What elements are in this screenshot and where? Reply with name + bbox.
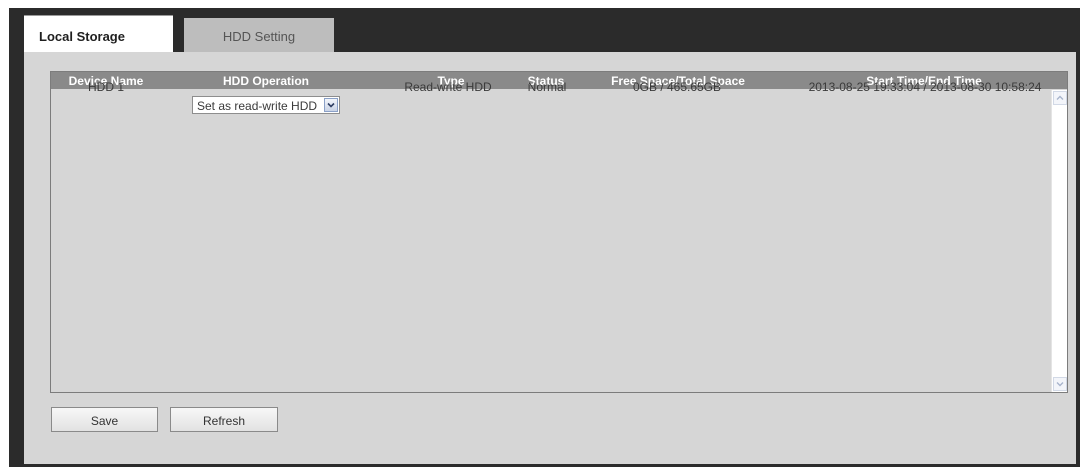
cell-device-name: HDD 1 — [87, 80, 124, 94]
column-header-hdd-operation: HDD Operation — [222, 74, 309, 88]
table-scrollbar[interactable] — [1051, 90, 1067, 392]
refresh-button[interactable]: Refresh — [170, 407, 278, 432]
tab-hdd-setting[interactable]: HDD Setting — [184, 18, 334, 52]
hdd-operation-select[interactable]: Set as read-write HDD — [192, 96, 340, 114]
chevron-up-icon[interactable] — [1053, 91, 1067, 105]
save-button[interactable]: Save — [51, 407, 158, 432]
cell-time: 2013-08-25 19:33:04 / 2013-08-30 10:58:2… — [808, 80, 1042, 94]
cell-status: Normal — [527, 80, 567, 94]
window: Local Storage HDD Setting Device Name HD… — [9, 8, 1080, 467]
hdd-operation-value: Set as read-write HDD — [197, 99, 318, 113]
cell-space: 0GB / 465.65GB — [632, 80, 722, 94]
chevron-down-icon[interactable] — [1053, 377, 1067, 391]
tab-local-storage[interactable]: Local Storage — [24, 15, 173, 52]
local-storage-panel: Device Name HDD Operation Type Status Fr… — [24, 52, 1076, 464]
cell-type: Read-write HDD — [404, 80, 492, 94]
chevron-down-icon[interactable] — [324, 98, 338, 112]
hdd-table: Device Name HDD Operation Type Status Fr… — [50, 71, 1068, 393]
